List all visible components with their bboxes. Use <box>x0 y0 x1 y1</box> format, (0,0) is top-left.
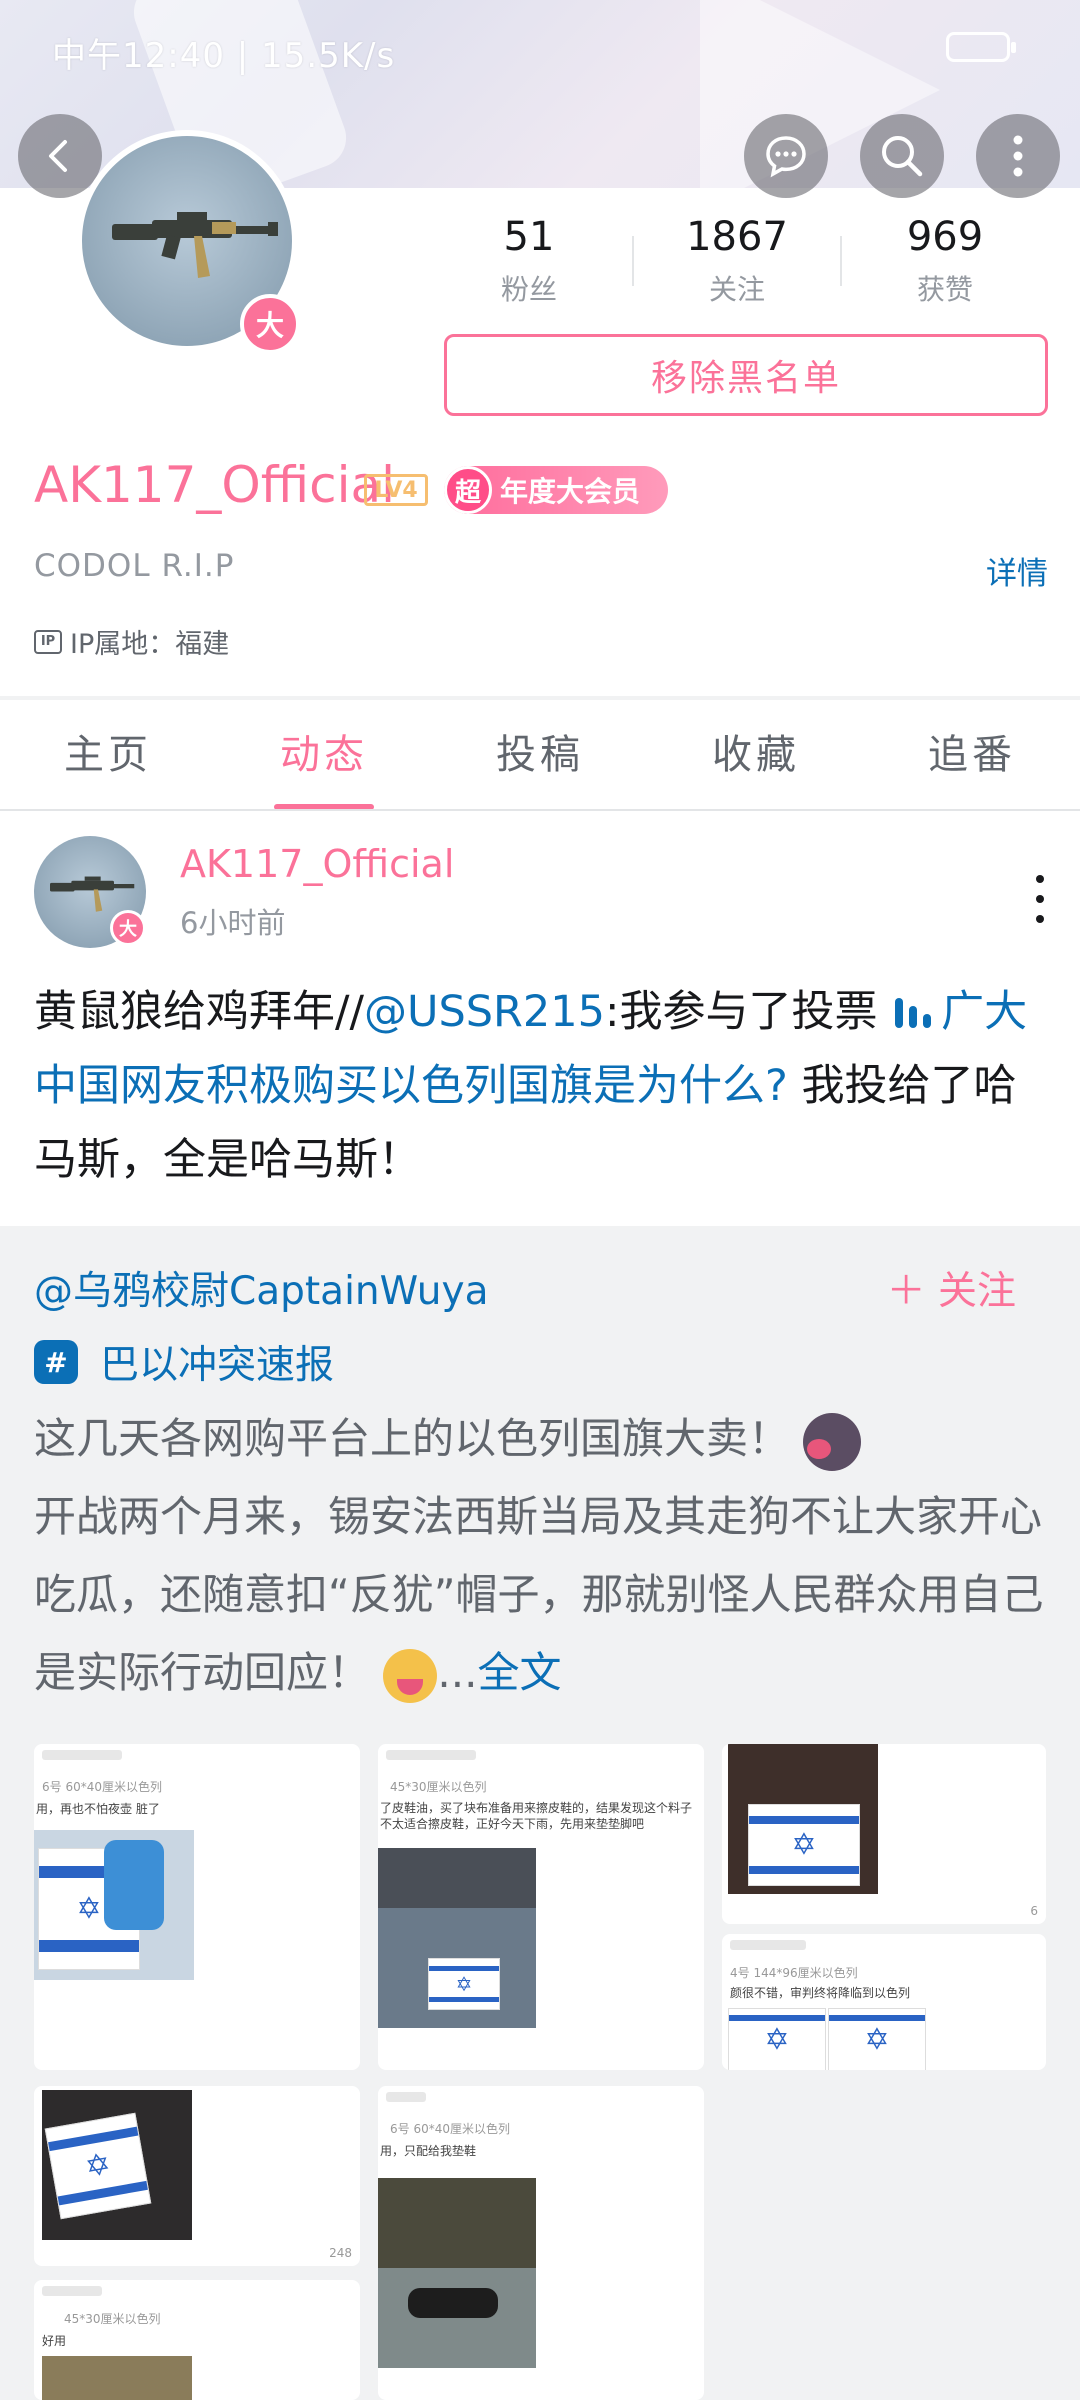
likes-label: 获赞 <box>916 273 973 306</box>
poll-icon <box>895 998 932 1028</box>
follow-button[interactable]: ＋ 关注 <box>887 1260 1016 1316</box>
ip-location-text: IP属地：福建 <box>70 629 230 660</box>
search-button[interactable] <box>860 114 944 198</box>
photo: ✡ <box>34 1830 194 1980</box>
topic-icon: # <box>34 1340 78 1384</box>
topic-tag[interactable]: # 巴以冲突速报 <box>34 1334 334 1390</box>
remove-from-blacklist-button[interactable]: 移除黑名单 <box>444 334 1048 416</box>
image-caption: 好用 <box>42 2334 67 2348</box>
photo <box>378 2178 536 2368</box>
status-bar-time: 中午12:40 | 15.5K/s <box>52 36 396 76</box>
vip-badge[interactable]: 超 年度大会员 <box>444 466 668 514</box>
image-caption: 用，只配给我垫鞋 <box>380 2144 477 2158</box>
image-caption: 用，再也不怕夜壶 脏了 <box>36 1802 160 1816</box>
followers-stat[interactable]: 51 粉丝 <box>424 214 634 308</box>
rank-badge: 大 <box>240 294 300 354</box>
back-icon <box>49 140 67 172</box>
image-meta: 6号 60*40厘米以色列 <box>390 2122 510 2136</box>
search-icon <box>882 136 923 177</box>
repost-author-link[interactable]: @乌鸦校尉CaptainWuya <box>34 1260 489 1316</box>
laughing-emoji-icon <box>383 1648 438 1703</box>
more-button[interactable] <box>976 114 1060 198</box>
following-stat[interactable]: 1867 关注 <box>632 214 842 308</box>
tab-dynamics[interactable]: 动态 <box>216 700 432 810</box>
post-image-7[interactable]: 6号 60*40厘米以色列 用，只配给我垫鞋 <box>378 2086 704 2400</box>
followers-label: 粉丝 <box>500 273 557 306</box>
post-more-button[interactable] <box>1030 875 1050 923</box>
topic-label: 巴以冲突速报 <box>100 1343 335 1388</box>
tab-uploads[interactable]: 投稿 <box>432 700 648 810</box>
followers-count: 51 <box>503 214 555 260</box>
image-caption: 了皮鞋油，买了块布准备用来擦皮鞋的，结果发现这个料子不太适合擦皮鞋，正好今天下雨… <box>380 1801 693 1831</box>
post-text-prefix: 黄鼠狼给鸡拜年// <box>34 987 364 1037</box>
post-image-2[interactable]: 45*30厘米以色列 了皮鞋油，买了块布准备用来擦皮鞋的，结果发现这个料子不太适… <box>378 1744 704 2070</box>
more-vertical-icon <box>1013 135 1023 177</box>
crow-emoji-icon <box>803 1412 862 1471</box>
photo: ✡ ✡ <box>728 2008 928 2070</box>
image-meta: 4号 144*96厘米以色列 <box>730 1966 858 1980</box>
message-button[interactable] <box>744 114 828 198</box>
post-image-6[interactable]: 45*30厘米以色列 好用 <box>34 2280 360 2400</box>
tabs-bottom-border <box>0 809 1080 811</box>
post-text-mid: :我参与了投票 <box>605 987 878 1037</box>
image-meta: 45*30厘米以色列 <box>390 1780 487 1794</box>
post-content: 黄鼠狼给鸡拜年//@USSR215:我参与了投票 广大中国网友积极购买以色列国旗… <box>34 975 1046 1197</box>
post-image-3[interactable]: ✡ 6 <box>722 1744 1046 1924</box>
vip-badge-label: 年度大会员 <box>500 475 641 508</box>
repost-content: 这几天各网购平台上的以色列国旗大卖！ 开战两个月来，锡安法西斯当局及其走狗不让大… <box>34 1400 1046 1712</box>
repost-ellipsis: ... <box>437 1648 478 1697</box>
post-image-5[interactable]: ✡ 248 <box>34 2086 360 2266</box>
image-meta: 45*30厘米以色列 <box>64 2312 161 2326</box>
profile-tabs: 主页 动态 投稿 收藏 追番 <box>0 700 1080 810</box>
likes-count: 969 <box>906 214 984 260</box>
level-badge: LV4 <box>364 474 428 506</box>
post-time: 6小时前 <box>180 906 286 940</box>
photo: ✡ <box>378 1848 536 2028</box>
following-label: 关注 <box>708 273 765 306</box>
ip-icon: IP <box>34 629 62 654</box>
tab-anime-follow[interactable]: 追番 <box>864 700 1080 810</box>
image-caption: 颜很不错，审判终将降临到以色列 <box>730 1986 911 2000</box>
tab-favorites[interactable]: 收藏 <box>648 700 864 810</box>
post-image-4[interactable]: 4号 144*96厘米以色列 颜很不错，审判终将降临到以色列 ✡ ✡ <box>722 1934 1046 2070</box>
post-mention-link[interactable]: @USSR215 <box>364 987 605 1037</box>
post-author-name[interactable]: AK117_Official <box>180 842 454 886</box>
full-text-link[interactable]: 全文 <box>477 1648 561 1697</box>
image-likes: 248 <box>329 2246 352 2260</box>
profile-bio: CODOL R.I.P <box>34 548 235 584</box>
repost-line1: 这几天各网购平台上的以色列国旗大卖！ <box>34 1414 791 1463</box>
photo <box>42 2356 192 2400</box>
following-count: 1867 <box>686 214 788 260</box>
image-meta: 6号 60*40厘米以色列 <box>42 1780 162 1794</box>
post-author-rank-badge: 大 <box>110 910 146 946</box>
likes-stat[interactable]: 969 获赞 <box>840 214 1050 308</box>
message-icon <box>766 136 806 178</box>
profile-username: AK117_Official <box>34 456 396 514</box>
tab-home[interactable]: 主页 <box>0 700 216 810</box>
photo: ✡ <box>42 2090 192 2240</box>
photo: ✡ <box>728 1744 878 1894</box>
ip-location: IP IP属地：福建 <box>34 622 229 661</box>
profile-details-link[interactable]: 详情 <box>986 548 1048 593</box>
battery-icon <box>946 32 1016 62</box>
vip-badge-icon: 超 <box>444 466 492 514</box>
image-likes: 6 <box>1030 1904 1038 1918</box>
post-image-1[interactable]: 6号 60*40厘米以色列 用，再也不怕夜壶 脏了 ✡ <box>34 1744 360 2070</box>
